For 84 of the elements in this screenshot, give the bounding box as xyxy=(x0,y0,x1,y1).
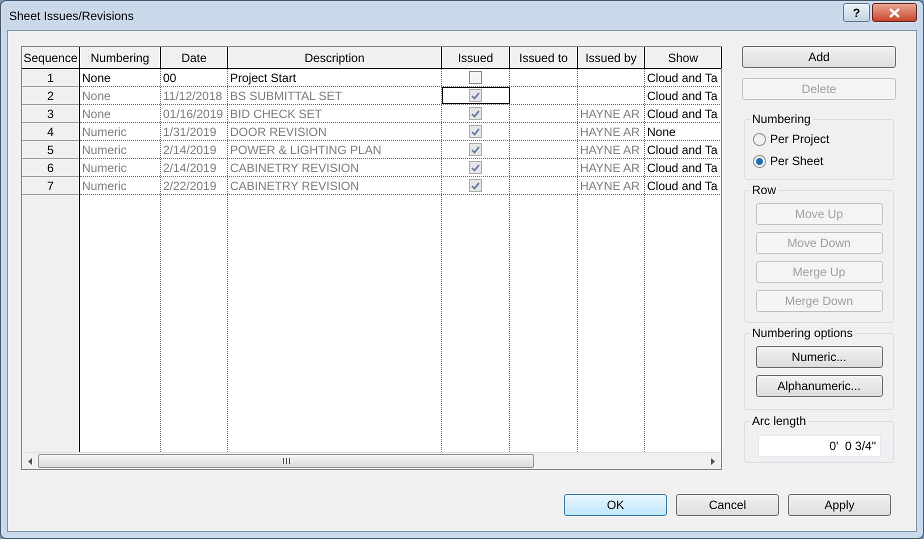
issued-checkbox[interactable] xyxy=(469,179,482,192)
column-header[interactable]: Issued xyxy=(442,47,510,68)
table-cell: CABINETRY REVISION xyxy=(228,159,442,176)
group-title: Numbering xyxy=(750,112,813,126)
table-cell: BS SUBMITTAL SET xyxy=(228,87,442,104)
table-cell: None xyxy=(80,105,161,122)
scroll-right-icon xyxy=(711,458,715,464)
table-cell: 11/12/2018 xyxy=(161,87,228,104)
row-header[interactable]: 2 xyxy=(22,87,79,105)
dialog-button[interactable]: Numeric... xyxy=(756,346,882,368)
table-cell: Cloud and Ta xyxy=(645,87,721,104)
column-header[interactable]: Show xyxy=(645,47,722,68)
check-icon xyxy=(471,146,480,154)
close-button[interactable] xyxy=(872,3,917,22)
horizontal-scrollbar[interactable] xyxy=(22,452,721,469)
arc-length-field[interactable]: 0' 0 3/4" xyxy=(758,435,881,457)
row-header[interactable]: 1 xyxy=(22,69,79,87)
table-cell: 00 xyxy=(161,69,228,86)
table-cell: 2/22/2019 xyxy=(161,177,228,194)
row-header[interactable]: 6 xyxy=(22,159,79,177)
group-title: Row xyxy=(750,183,778,197)
table-cell: 01/16/2019 xyxy=(161,105,228,122)
dialog-button[interactable]: OK xyxy=(564,494,667,516)
table-cell: Numeric xyxy=(80,141,161,158)
issued-checkbox[interactable] xyxy=(469,89,482,102)
table-cell: Cloud and Ta xyxy=(645,159,721,176)
column-header[interactable]: Sequence xyxy=(22,47,80,68)
row-header[interactable]: 3 xyxy=(22,105,79,123)
check-icon xyxy=(471,164,480,172)
column-header[interactable]: Date xyxy=(161,47,228,68)
table-cell: None xyxy=(80,87,161,104)
table-cell: Numeric xyxy=(80,177,161,194)
radio-option[interactable]: Per Sheet xyxy=(753,154,893,169)
table-cell: HAYNE AR xyxy=(578,105,645,122)
grip-icon xyxy=(282,458,290,464)
check-icon xyxy=(471,128,480,136)
group-title: Numbering options xyxy=(750,326,855,340)
issued-checkbox[interactable] xyxy=(469,143,482,156)
table-cell: Cloud and Ta xyxy=(645,105,721,122)
table-cell: HAYNE AR xyxy=(578,159,645,176)
column-header[interactable]: Issued by xyxy=(578,47,645,68)
row-header[interactable]: 5 xyxy=(22,141,79,159)
table-cell: DOOR REVISION xyxy=(228,123,442,140)
table-cell: 2/14/2019 xyxy=(161,141,228,158)
issued-checkbox[interactable] xyxy=(469,107,482,120)
table-cell: 1/31/2019 xyxy=(161,123,228,140)
table-cell: Numeric xyxy=(80,123,161,140)
issued-checkbox[interactable] xyxy=(469,125,482,138)
table-cell: HAYNE AR xyxy=(578,123,645,140)
table-cell: Numeric xyxy=(80,159,161,176)
row-header[interactable]: 4 xyxy=(22,123,79,141)
group-title: Arc length xyxy=(750,414,808,428)
table-cell: HAYNE AR xyxy=(578,177,645,194)
column-header[interactable]: Issued to xyxy=(510,47,578,68)
issued-checkbox[interactable] xyxy=(469,71,482,84)
dialog-button[interactable]: Cancel xyxy=(676,494,779,516)
table-cell: Cloud and Ta xyxy=(645,177,721,194)
table-cell: CABINETRY REVISION xyxy=(228,177,442,194)
scrollbar-thumb[interactable] xyxy=(38,454,534,468)
dialog-button[interactable]: Alphanumeric... xyxy=(756,375,882,397)
table-cell: Project Start xyxy=(228,69,442,86)
table-cell: Cloud and Ta xyxy=(645,141,721,158)
column-header[interactable]: Numbering xyxy=(80,47,161,68)
column-header[interactable]: Description xyxy=(228,47,442,68)
table-cell: POWER & LIGHTING PLAN xyxy=(228,141,442,158)
check-icon xyxy=(471,110,480,118)
issued-checkbox[interactable] xyxy=(469,161,482,174)
table-cell: None xyxy=(645,123,721,140)
check-icon xyxy=(471,182,480,190)
table-cell: None xyxy=(80,69,161,86)
scroll-left-icon xyxy=(28,458,32,464)
row-header[interactable]: 7 xyxy=(22,177,79,195)
table-cell: 2/14/2019 xyxy=(161,159,228,176)
issued-cell[interactable] xyxy=(442,87,510,104)
check-icon xyxy=(471,92,480,100)
table-cell: Cloud and Ta xyxy=(645,69,721,86)
close-icon xyxy=(889,8,900,18)
radio-option[interactable]: Per Project xyxy=(753,132,893,147)
window-title: Sheet Issues/Revisions xyxy=(9,8,135,24)
table-cell: BID CHECK SET xyxy=(228,105,442,122)
dialog-button[interactable]: Add xyxy=(742,46,896,68)
table-cell: HAYNE AR xyxy=(578,141,645,158)
help-button[interactable]: ? xyxy=(843,3,870,22)
dialog-button[interactable]: Apply xyxy=(788,494,891,516)
